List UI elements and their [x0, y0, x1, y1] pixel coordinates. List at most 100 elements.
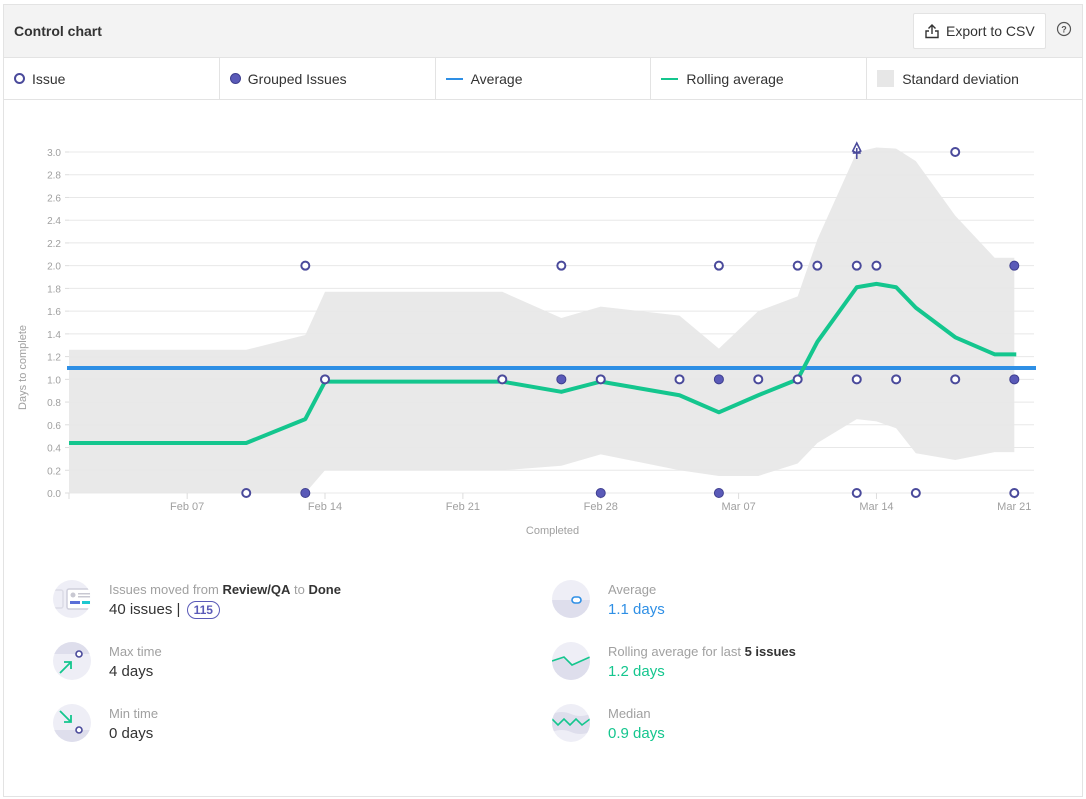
- legend-label: Rolling average: [686, 70, 784, 87]
- export-icon: [925, 24, 939, 39]
- median-icon: [552, 704, 590, 742]
- legend-label: Average: [470, 70, 523, 87]
- control-chart-panel: Control chart Export to CSV ? Issue Grou…: [3, 4, 1083, 797]
- x-tick-label: Feb 28: [584, 501, 618, 513]
- export-csv-button[interactable]: Export to CSV: [913, 13, 1046, 49]
- issue-point[interactable]: [891, 374, 902, 385]
- y-tick-label: 2.0: [47, 262, 61, 273]
- export-csv-label: Export to CSV: [946, 23, 1035, 39]
- legend-rolling-average[interactable]: Rolling average: [651, 58, 868, 99]
- panel-header: Control chart Export to CSV ?: [4, 5, 1082, 58]
- stat-min-time: Min time 0 days: [53, 704, 158, 742]
- x-tick-label: Mar 14: [859, 501, 893, 513]
- stat-label: Min time: [109, 706, 159, 721]
- average-line-icon: [445, 77, 463, 80]
- x-axis-label: Completed: [526, 525, 579, 537]
- legend-standard-deviation[interactable]: Standard deviation: [867, 58, 1082, 99]
- stat-value: 40 issues | 115: [109, 601, 341, 620]
- issue-point[interactable]: [674, 374, 685, 385]
- stat-value: 1.2 days: [608, 663, 665, 680]
- y-tick-label: 2.8: [47, 171, 61, 182]
- grouped-issue-marker-icon: [229, 73, 241, 84]
- legend-grouped-issues[interactable]: Grouped Issues: [220, 58, 436, 99]
- issue-point[interactable]: [556, 260, 567, 271]
- grouped-issue-point[interactable]: [713, 488, 724, 498]
- y-tick-label: 1.2: [47, 353, 61, 364]
- y-tick-label: 0.2: [47, 466, 61, 477]
- stat-label: Median: [608, 706, 651, 721]
- y-tick-label: 2.4: [47, 216, 61, 227]
- y-tick-label: 0.4: [47, 444, 61, 455]
- rolling-average-line-icon: [661, 77, 679, 80]
- grouped-issue-point[interactable]: [300, 488, 311, 498]
- issue-point[interactable]: [851, 374, 862, 385]
- stat-label: Average: [608, 582, 657, 597]
- stat-value: 0 days: [109, 725, 154, 742]
- average-icon: [552, 580, 590, 618]
- issue-point[interactable]: [753, 374, 764, 385]
- stat-issues-moved: Issues moved from Review/QA to Done 40 i…: [53, 580, 341, 620]
- x-tick-label: Feb 07: [170, 501, 204, 513]
- legend-label: Issue: [32, 70, 66, 87]
- stat-median: Median 0.9 days: [552, 704, 665, 742]
- issue-count-badge[interactable]: 115: [186, 601, 220, 620]
- issue-point[interactable]: [497, 374, 508, 385]
- grouped-issue-point[interactable]: [1009, 374, 1020, 385]
- issue-point[interactable]: [595, 374, 606, 385]
- min-time-icon: [53, 704, 91, 742]
- y-tick-label: 0.6: [47, 421, 61, 432]
- rolling-average-icon: [552, 642, 590, 680]
- from-status: Review/QA: [222, 582, 291, 597]
- grouped-issue-point[interactable]: [595, 488, 606, 498]
- y-tick-label: 0.8: [47, 398, 61, 409]
- stat-value: 4 days: [109, 663, 154, 680]
- issue-point[interactable]: [300, 260, 311, 271]
- y-tick-label: 2.6: [47, 193, 61, 204]
- legend-average[interactable]: Average: [436, 58, 652, 99]
- stat-label: Rolling average for last 5 issues: [608, 644, 796, 659]
- svg-text:?: ?: [1061, 24, 1067, 34]
- stat-max-time: Max time 4 days: [53, 642, 162, 680]
- issue-point[interactable]: [851, 488, 862, 498]
- x-tick-label: Feb 14: [308, 501, 342, 513]
- rolling-issue-count: 5 issues: [744, 644, 796, 659]
- control-chart-plot[interactable]: 0.0 0.2 0.4 0.6 0.8 1.0 1.2 1.4 1.6 1.8 2.0 2.2 2.4 2…: [4, 101, 1084, 551]
- y-tick-label: 1.6: [47, 307, 61, 318]
- grouped-issue-point[interactable]: [1009, 260, 1020, 271]
- issue-point[interactable]: [241, 488, 252, 498]
- issue-point[interactable]: [851, 260, 862, 271]
- std-deviation-swatch-icon: [877, 70, 895, 87]
- issue-point[interactable]: [910, 488, 921, 498]
- stat-rolling-average: Rolling average for last 5 issues 1.2 da…: [552, 642, 796, 680]
- stat-value: 1.1 days: [608, 601, 665, 618]
- legend-issue[interactable]: Issue: [4, 58, 220, 99]
- issue-point[interactable]: [812, 260, 823, 271]
- y-tick-label: 1.4: [47, 330, 61, 341]
- issue-point[interactable]: [792, 260, 803, 271]
- stat-label: Issues moved from Review/QA to Done: [109, 582, 341, 597]
- x-tick-label: Mar 21: [997, 501, 1031, 513]
- y-tick-label: 0.0: [47, 489, 61, 500]
- stat-value: 0.9 days: [608, 725, 665, 742]
- y-tick-label: 3.0: [47, 148, 61, 159]
- chart-legend: Issue Grouped Issues Average Rolling ave…: [4, 58, 1082, 100]
- legend-label: Standard deviation: [902, 70, 1019, 87]
- issue-card-icon: [53, 580, 91, 618]
- stat-label: Max time: [109, 644, 162, 659]
- issue-point[interactable]: [320, 374, 331, 385]
- to-status: Done: [308, 582, 341, 597]
- stat-average: Average 1.1 days: [552, 580, 665, 618]
- grouped-issue-point[interactable]: [556, 374, 567, 385]
- issue-point[interactable]: [713, 260, 724, 271]
- grouped-issue-point[interactable]: [713, 374, 724, 385]
- issue-point[interactable]: [792, 374, 803, 385]
- issue-point[interactable]: [950, 147, 961, 157]
- issue-point[interactable]: [871, 260, 882, 271]
- y-tick-label: 1.8: [47, 284, 61, 295]
- issue-point[interactable]: [1009, 488, 1020, 498]
- legend-label: Grouped Issues: [247, 70, 347, 87]
- help-icon[interactable]: ?: [1056, 21, 1072, 37]
- max-time-icon: [53, 642, 91, 680]
- y-axis-label: Days to complete: [17, 325, 29, 410]
- issue-point[interactable]: [950, 374, 961, 385]
